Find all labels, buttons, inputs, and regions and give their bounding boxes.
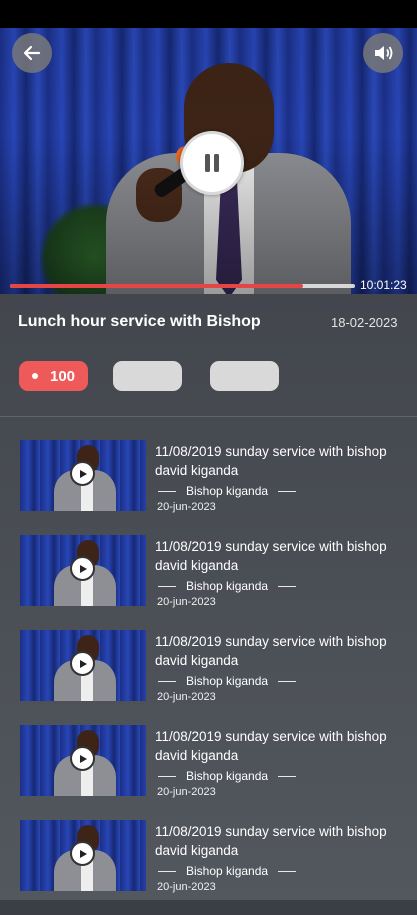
dash-left: [158, 585, 176, 587]
play-icon[interactable]: [70, 841, 95, 866]
video-thumbnail[interactable]: [20, 440, 146, 511]
list-item[interactable]: 11/08/2019 sunday service with bishop da…: [0, 725, 417, 820]
dash-left: [158, 775, 176, 777]
list-item-author: Bishop kiganda: [186, 674, 269, 688]
list-item[interactable]: 11/08/2019 sunday service with bishop da…: [0, 820, 417, 915]
back-button[interactable]: [12, 33, 52, 73]
arrow-left-icon: [23, 45, 41, 61]
list-item[interactable]: 11/08/2019 sunday service with bishop da…: [0, 440, 417, 535]
pause-icon: [205, 154, 219, 172]
pause-button[interactable]: [180, 131, 244, 195]
play-icon[interactable]: [70, 461, 95, 486]
list-item-title: 11/08/2019 sunday service with bishop da…: [155, 729, 387, 763]
divider: [0, 416, 417, 417]
play-icon[interactable]: [70, 746, 95, 771]
status-bar: [0, 0, 417, 28]
dash-right: [278, 680, 297, 682]
video-thumbnail[interactable]: [20, 820, 146, 891]
list-item-author-row: Bishop kiganda: [158, 864, 297, 878]
progress-fill: [10, 284, 304, 288]
placeholder-pill-2[interactable]: [210, 361, 279, 391]
video-player[interactable]: 10:01:23: [0, 28, 417, 294]
list-item-author: Bishop kiganda: [186, 579, 269, 593]
list-item[interactable]: 11/08/2019 sunday service with bishop da…: [0, 535, 417, 630]
dash-right: [278, 870, 297, 872]
list-item-title: 11/08/2019 sunday service with bishop da…: [155, 444, 387, 478]
video-thumbnail[interactable]: [20, 725, 146, 796]
elapsed-time: 10:01:23: [360, 278, 407, 292]
list-item-date: 20-jun-2023: [157, 881, 216, 893]
list-item-date: 20-jun-2023: [157, 501, 216, 513]
list-item-author-row: Bishop kiganda: [158, 484, 297, 498]
video-thumbnail[interactable]: [20, 630, 146, 701]
list-item-date: 20-jun-2023: [157, 786, 216, 798]
video-thumbnail[interactable]: [20, 535, 146, 606]
dash-right: [278, 775, 297, 777]
dash-left: [158, 490, 176, 492]
list-item-author: Bishop kiganda: [186, 864, 269, 878]
progress-bar[interactable]: [10, 284, 355, 288]
volume-icon: [375, 46, 393, 60]
list-item-title: 11/08/2019 sunday service with bishop da…: [155, 824, 387, 858]
list-item-title: 11/08/2019 sunday service with bishop da…: [155, 634, 387, 668]
views-dot-icon: [31, 373, 38, 379]
dash-left: [158, 680, 176, 682]
list-item-author: Bishop kiganda: [186, 484, 269, 498]
play-icon[interactable]: [70, 556, 95, 581]
list-item-author-row: Bishop kiganda: [158, 674, 297, 688]
list-item-date: 20-jun-2023: [157, 691, 216, 703]
dash-right: [278, 490, 297, 492]
list-item-author-row: Bishop kiganda: [158, 579, 297, 593]
volume-button[interactable]: [363, 33, 403, 73]
play-icon[interactable]: [70, 651, 95, 676]
video-date: 18-02-2023: [331, 315, 398, 330]
list-item-author-row: Bishop kiganda: [158, 769, 297, 783]
dash-left: [158, 870, 176, 872]
views-count: 100: [49, 367, 76, 385]
views-badge[interactable]: 100: [19, 361, 88, 391]
video-title: Lunch hour service with Bishop: [18, 313, 261, 330]
dash-right: [278, 585, 297, 587]
list-item-date: 20-jun-2023: [157, 596, 216, 608]
list-item-author: Bishop kiganda: [186, 769, 269, 783]
placeholder-pill-1[interactable]: [113, 361, 182, 391]
list-item-title: 11/08/2019 sunday service with bishop da…: [155, 539, 387, 573]
list-item[interactable]: 11/08/2019 sunday service with bishop da…: [0, 630, 417, 725]
